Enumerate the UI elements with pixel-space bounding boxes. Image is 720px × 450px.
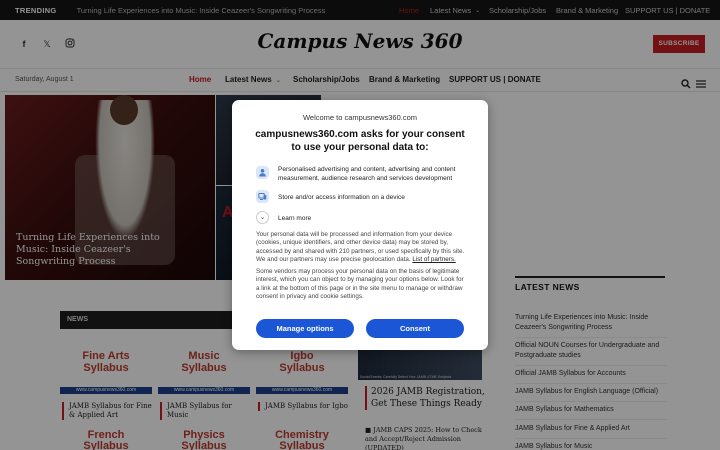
manage-options-button[interactable]: Manage options	[256, 319, 354, 338]
consent-body-text: Your personal data will be processed and…	[256, 231, 466, 265]
consent-body-2: Some vendors may process your personal d…	[256, 268, 464, 301]
partners-link[interactable]: List of partners.	[412, 256, 455, 263]
consent-purpose-text: Personalised advertising and content, ad…	[278, 166, 456, 182]
device-icon	[256, 190, 269, 203]
consent-welcome: Welcome to campusnews360.com	[302, 113, 418, 122]
consent-button[interactable]: Consent	[366, 319, 464, 338]
consent-purpose-text: Store and/or access information on a dev…	[278, 194, 405, 201]
person-icon	[256, 166, 269, 179]
learn-more-link[interactable]: Learn more	[278, 214, 468, 223]
consent-dialog: Welcome to campusnews360.com campusnews3…	[232, 100, 488, 350]
consent-heading: campusnews360.com asks for your consent …	[255, 129, 465, 153]
chevron-down-icon[interactable]: ⌄	[256, 211, 269, 224]
